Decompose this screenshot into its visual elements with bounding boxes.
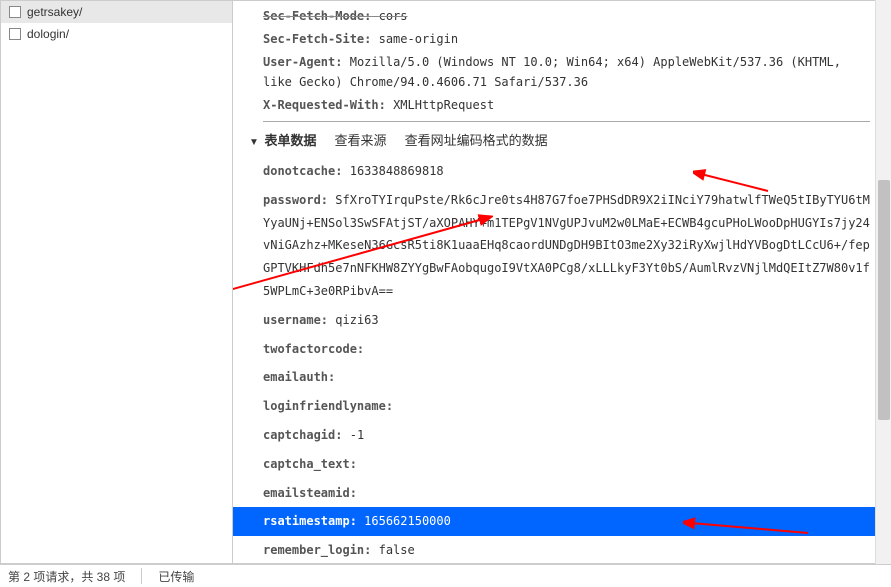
scrollbar-track[interactable] <box>875 0 891 564</box>
header-key: Sec-Fetch-Site: <box>263 32 371 46</box>
form-key: remember_login: <box>263 543 371 557</box>
form-key: username: <box>263 313 328 327</box>
header-x-requested-with: X-Requested-With: XMLHttpRequest <box>263 94 870 117</box>
form-key: twofactorcode: <box>263 342 364 356</box>
form-key: donotcache: <box>263 164 342 178</box>
form-row-twofactorcode: twofactorcode: <box>263 335 870 364</box>
form-row-rsatimestamp: rsatimestamp: 165662150000 <box>233 507 890 536</box>
form-value: -1 <box>350 428 364 442</box>
sidebar-item-label: dologin/ <box>27 27 69 41</box>
details-panel: Sec-Fetch-Mode: cors Sec-Fetch-Site: sam… <box>233 1 890 563</box>
form-row-password: password: SfXroTYIrquPste/Rk6cJre0ts4H87… <box>263 186 870 306</box>
statusbar: 第 2 项请求，共 38 项 已传输 <box>0 564 891 587</box>
scrollbar-thumb[interactable] <box>878 180 890 420</box>
expand-arrow-icon[interactable]: ▼ 表单数据 <box>249 130 317 149</box>
form-row-captcha-text: captcha_text: <box>263 450 870 479</box>
header-value: Mozilla/5.0 (Windows NT 10.0; Win64; x64… <box>263 55 841 88</box>
form-data-body: donotcache: 1633848869818 password: SfXr… <box>263 157 870 563</box>
header-user-agent: User-Agent: Mozilla/5.0 (Windows NT 10.0… <box>263 51 870 93</box>
form-value: false <box>379 543 415 557</box>
form-row-donotcache: donotcache: 1633848869818 <box>263 157 870 186</box>
form-value: 165662150000 <box>364 514 451 528</box>
header-sec-fetch-site: Sec-Fetch-Site: same-origin <box>263 28 870 51</box>
form-value: qizi63 <box>335 313 378 327</box>
checkbox-icon[interactable] <box>9 28 21 40</box>
form-value: 1633848869818 <box>350 164 444 178</box>
form-key: loginfriendlyname: <box>263 399 393 413</box>
request-list-sidebar: getrsakey/ dologin/ <box>1 1 233 563</box>
header-value: cors <box>379 9 408 23</box>
view-source-link[interactable]: 查看来源 <box>335 130 387 149</box>
form-key: emailauth: <box>263 370 335 384</box>
form-row-loginfriendlyname: loginfriendlyname: <box>263 392 870 421</box>
sidebar-item-dologin[interactable]: dologin/ <box>1 23 232 45</box>
header-value: same-origin <box>379 32 458 46</box>
form-key: password: <box>263 193 328 207</box>
request-headers-section: Sec-Fetch-Mode: cors Sec-Fetch-Site: sam… <box>263 1 870 122</box>
sidebar-item-getrsakey[interactable]: getrsakey/ <box>1 1 232 23</box>
form-data-section-header[interactable]: ▼ 表单数据 查看来源 查看网址编码格式的数据 <box>249 122 870 157</box>
header-key: Sec-Fetch-Mode: <box>263 9 371 23</box>
view-url-encoded-link[interactable]: 查看网址编码格式的数据 <box>405 130 548 149</box>
status-transferred: 已传输 <box>158 568 194 585</box>
form-row-emailsteamid: emailsteamid: <box>263 479 870 508</box>
form-key: captcha_text: <box>263 457 357 471</box>
form-key: rsatimestamp: <box>263 514 357 528</box>
status-requests-count: 第 2 项请求，共 38 项 <box>8 568 125 585</box>
form-row-captchagid: captchagid: -1 <box>263 421 870 450</box>
header-key: User-Agent: <box>263 55 342 69</box>
form-row-emailauth: emailauth: <box>263 363 870 392</box>
form-key: captchagid: <box>263 428 342 442</box>
form-key: emailsteamid: <box>263 486 357 500</box>
header-sec-fetch-mode: Sec-Fetch-Mode: cors <box>263 5 870 28</box>
checkbox-icon[interactable] <box>9 6 21 18</box>
form-row-remember-login: remember_login: false <box>263 536 870 563</box>
form-value: SfXroTYIrquPste/Rk6cJre0ts4H87G7foe7PHSd… <box>263 193 870 298</box>
header-key: X-Requested-With: <box>263 98 386 112</box>
form-row-username: username: qizi63 <box>263 306 870 335</box>
header-value: XMLHttpRequest <box>393 98 494 112</box>
sidebar-item-label: getrsakey/ <box>27 5 82 19</box>
divider <box>141 568 142 584</box>
